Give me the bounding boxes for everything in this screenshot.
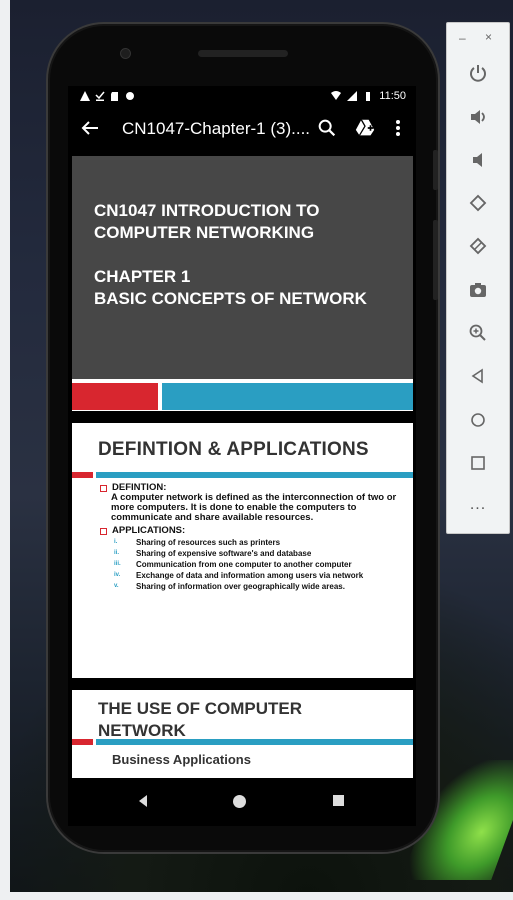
list-text: Sharing of information over geographical…: [136, 582, 345, 591]
circle-status-icon: [126, 92, 134, 100]
rotate-left-button[interactable]: [466, 191, 490, 215]
download-done-icon: [95, 91, 105, 101]
clock: 11:50: [379, 90, 406, 102]
slide-2-red-bar: [72, 472, 93, 478]
search-icon[interactable]: [316, 117, 338, 139]
camera-icon: [470, 283, 486, 297]
list-number: i.: [114, 539, 118, 545]
cell-signal-icon: [347, 91, 358, 101]
slide-3-subheading: Business Applications: [112, 752, 251, 767]
minimize-button[interactable]: –: [459, 31, 466, 45]
slide-1-blue-bar: [162, 383, 413, 410]
more-options-icon: ...: [469, 496, 487, 513]
nav-bar: [68, 778, 416, 826]
emulator-device-frame: 11:50 CN1047-Chapter-1 (3).... CN1047 IN…: [46, 22, 440, 854]
zoom-in-icon: [469, 324, 486, 341]
volume-up-icon: [471, 110, 485, 124]
triangle-back-icon: [471, 368, 483, 384]
list-number: iii.: [114, 561, 121, 567]
zoom-button[interactable]: [466, 321, 490, 345]
slide-3-title: THE USE OF COMPUTER NETWORK: [98, 699, 303, 740]
list-number: v.: [114, 583, 119, 589]
close-button[interactable]: ×: [485, 30, 492, 44]
back-arrow-icon[interactable]: [78, 116, 102, 140]
window-edge-bottom: [0, 892, 513, 900]
more-options-button[interactable]: ...: [466, 493, 490, 517]
square-bullet-icon: [100, 485, 107, 492]
list-number: iv.: [114, 572, 121, 578]
applications-heading: APPLICATIONS:: [112, 525, 186, 536]
slide-1-red-bar: [72, 383, 158, 410]
list-item: v. Sharing of information over geographic…: [114, 582, 400, 591]
window-edge-left: [0, 0, 10, 900]
list-text: Sharing of resources such as printers: [136, 538, 281, 547]
slide-3-blue-bar: [96, 739, 413, 745]
slide-3: THE USE OF COMPUTER NETWORK Business App…: [72, 690, 413, 778]
definition-text: A computer network is defined as the int…: [111, 492, 397, 523]
list-text: Exchange of data and information among u…: [136, 571, 364, 580]
overview-button[interactable]: [466, 451, 490, 475]
screenshot-button[interactable]: [466, 278, 490, 302]
rotate-left-icon: [469, 194, 487, 212]
nav-home-icon[interactable]: [233, 795, 246, 808]
volume-down-icon: [473, 153, 482, 167]
home-button[interactable]: [466, 408, 490, 432]
app-toolbar: CN1047-Chapter-1 (3)....: [68, 110, 416, 148]
rotate-right-button[interactable]: [466, 234, 490, 258]
warning-icon: [80, 91, 90, 101]
back-button[interactable]: [466, 364, 490, 388]
slide-2-blue-bar: [96, 472, 413, 478]
pdf-viewer[interactable]: CN1047 INTRODUCTION TO COMPUTER NETWORKI…: [68, 148, 416, 778]
chapter-line-2: BASIC CONCEPTS OF NETWORK: [94, 289, 367, 308]
volume-side-button: [433, 220, 438, 300]
nav-back-icon[interactable]: [136, 794, 150, 808]
list-item: iii. Communication from one computer to a…: [114, 560, 400, 569]
bullet-applications: APPLICATIONS:: [100, 526, 400, 536]
power-button[interactable]: [466, 61, 490, 85]
list-text: Communication from one computer to anoth…: [136, 560, 352, 569]
earpiece-speaker: [198, 50, 288, 57]
rotate-right-icon: [469, 237, 487, 255]
overflow-menu-icon[interactable]: [390, 117, 406, 139]
wifi-icon: [331, 91, 342, 100]
volume-up-button[interactable]: [466, 105, 490, 129]
device-screen: 11:50 CN1047-Chapter-1 (3).... CN1047 IN…: [68, 86, 416, 778]
slide-2-title: DEFINTION & APPLICATIONS: [98, 439, 369, 460]
sd-card-icon: [111, 92, 118, 101]
power-side-button: [433, 150, 438, 190]
volume-down-button[interactable]: [466, 148, 490, 172]
add-to-drive-icon[interactable]: [354, 117, 376, 139]
nav-recents-icon[interactable]: [333, 795, 344, 806]
chapter-line-1: CHAPTER 1: [94, 267, 191, 286]
slide-2: DEFINTION & APPLICATIONS DEFINTION: A co…: [72, 423, 413, 678]
list-item: i. Sharing of resources such as printers: [114, 538, 400, 547]
document-title: CN1047-Chapter-1 (3)....: [122, 119, 311, 138]
power-icon: [470, 65, 486, 82]
slide-2-body: DEFINTION: A computer network is defined…: [100, 483, 400, 591]
slide-3-red-bar: [72, 739, 93, 745]
battery-icon: [366, 92, 371, 101]
emulator-controls-panel: – × ...: [446, 22, 510, 534]
list-item: iv. Exchange of data and information amon…: [114, 571, 400, 580]
front-camera: [120, 48, 131, 59]
slide-1: CN1047 INTRODUCTION TO COMPUTER NETWORKI…: [72, 156, 413, 411]
square-bullet-icon: [100, 528, 107, 535]
circle-home-icon: [471, 413, 485, 427]
square-overview-icon: [471, 456, 485, 470]
list-number: ii.: [114, 550, 120, 556]
list-text: Sharing of expensive software's and data…: [136, 549, 312, 558]
status-bar: 11:50: [68, 86, 416, 110]
slide-1-title: CN1047 INTRODUCTION TO COMPUTER NETWORKI…: [94, 200, 394, 244]
title-line-1: CN1047 INTRODUCTION TO: [94, 201, 320, 220]
title-line-2: COMPUTER NETWORKING: [94, 223, 315, 242]
slide-1-chapter: CHAPTER 1 BASIC CONCEPTS OF NETWORK: [94, 266, 394, 310]
list-item: ii. Sharing of expensive software's and d…: [114, 549, 400, 558]
